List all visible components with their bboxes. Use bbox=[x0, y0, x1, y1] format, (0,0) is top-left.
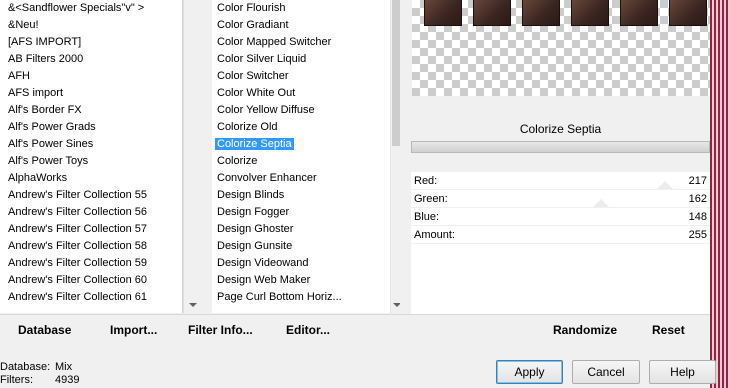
bottom-toolbar: Database Import... Filter Info... Editor… bbox=[0, 314, 710, 346]
category-item[interactable]: Andrew's Filter Collection 57 bbox=[0, 221, 182, 238]
parameter-panel[interactable]: Red: 217 Green: 162 Blue: 148 Amount: 255 bbox=[411, 172, 710, 314]
filter-item[interactable]: Color Silver Liquid bbox=[212, 51, 390, 68]
filter-item-label: Color Switcher bbox=[217, 70, 289, 82]
randomize-button[interactable]: Randomize bbox=[553, 323, 617, 337]
category-item[interactable]: Andrew's Filter Collection 58 bbox=[0, 238, 182, 255]
filters-label: Filters: bbox=[0, 374, 33, 386]
filter-item[interactable]: Design Web Maker bbox=[212, 272, 390, 289]
category-item[interactable]: AlphaWorks bbox=[0, 170, 182, 187]
filter-item-label: Colorize bbox=[217, 155, 258, 167]
scroll-down-arrow-icon[interactable] bbox=[189, 303, 197, 307]
filter-item[interactable]: Color Flourish bbox=[212, 0, 390, 17]
preview-tile bbox=[522, 0, 560, 26]
filter-item-label: Design Fogger bbox=[217, 206, 290, 218]
category-item[interactable]: AFH bbox=[0, 68, 182, 85]
filter-item-label: Color Silver Liquid bbox=[217, 53, 307, 65]
category-scrollbar[interactable] bbox=[183, 0, 200, 313]
category-list[interactable]: &<Sandflower Specials"v" > &Neu! [AFS IMPO… bbox=[0, 0, 183, 313]
preview-tile bbox=[571, 0, 609, 26]
category-item[interactable]: Alf's Power Grads bbox=[0, 119, 182, 136]
filter-list[interactable]: Color Flourish Color Gradiant Color Mapped… bbox=[212, 0, 390, 313]
filter-item[interactable]: Design Blinds bbox=[212, 187, 390, 204]
filter-info-button[interactable]: Filter Info... bbox=[188, 323, 253, 337]
apply-button[interactable]: Apply bbox=[496, 360, 563, 384]
filter-item-label: Colorize Old bbox=[217, 121, 278, 133]
preview-tile bbox=[424, 0, 462, 26]
filter-item-selected[interactable]: Colorize Septia bbox=[212, 136, 390, 153]
filter-item[interactable]: Color Mapped Switcher bbox=[212, 34, 390, 51]
category-item[interactable]: AFS import bbox=[0, 85, 182, 102]
param-row[interactable]: Amount: 255 bbox=[411, 226, 710, 244]
preview-tile bbox=[620, 0, 658, 26]
category-item[interactable]: Andrew's Filter Collection 61 bbox=[0, 289, 182, 306]
filter-item[interactable]: Color Yellow Diffuse bbox=[212, 102, 390, 119]
filter-item-label: Convolver Enhancer bbox=[217, 172, 317, 184]
filter-item-label: Color Flourish bbox=[217, 2, 286, 14]
param-label: Amount: bbox=[414, 229, 455, 241]
filter-item[interactable]: Color White Out bbox=[212, 85, 390, 102]
filter-item-label: Page Curl Bottom Horiz... bbox=[217, 291, 342, 303]
category-item[interactable]: Andrew's Filter Collection 56 bbox=[0, 204, 182, 221]
category-item[interactable]: Alf's Power Sines bbox=[0, 136, 182, 153]
green-slider-indicator-icon[interactable] bbox=[593, 199, 609, 207]
param-label: Blue: bbox=[414, 211, 440, 223]
filter-item[interactable]: Page Curl Bottom Horiz... bbox=[212, 289, 390, 306]
category-item[interactable]: AB Filters 2000 bbox=[0, 51, 182, 68]
filter-item-label: Colorize Septia bbox=[215, 138, 294, 150]
progress-bar bbox=[411, 141, 710, 153]
filter-item-label: Color Yellow Diffuse bbox=[217, 104, 315, 116]
import-button[interactable]: Import... bbox=[110, 323, 157, 337]
reset-button[interactable]: Reset bbox=[652, 323, 685, 337]
category-item[interactable]: Alf's Border FX bbox=[0, 102, 182, 119]
filter-item-label: Design Videowand bbox=[217, 257, 309, 269]
category-item[interactable]: [AFS IMPORT] bbox=[0, 34, 182, 51]
param-value: 148 bbox=[688, 211, 707, 223]
preview-area bbox=[412, 0, 710, 96]
category-item[interactable]: Andrew's Filter Collection 59 bbox=[0, 255, 182, 272]
editor-button[interactable]: Editor... bbox=[286, 323, 330, 337]
param-label: Red: bbox=[414, 175, 438, 187]
param-value: 255 bbox=[688, 229, 707, 241]
filter-item-label: Color White Out bbox=[217, 87, 296, 99]
filter-item[interactable]: Colorize Old bbox=[212, 119, 390, 136]
param-label: Green: bbox=[414, 193, 448, 205]
filter-item[interactable]: Color Gradiant bbox=[212, 17, 390, 34]
filter-item[interactable]: Design Videowand bbox=[212, 255, 390, 272]
param-value: 162 bbox=[688, 193, 707, 205]
filter-item[interactable]: Colorize bbox=[212, 153, 390, 170]
filter-item[interactable]: Design Gunsite bbox=[212, 238, 390, 255]
database-label: Database: bbox=[0, 361, 51, 373]
filter-item[interactable]: Convolver Enhancer bbox=[212, 170, 390, 187]
filter-item-label: Design Ghoster bbox=[217, 223, 294, 235]
red-slider-indicator-icon[interactable] bbox=[657, 181, 673, 189]
category-item[interactable]: Andrew's Filter Collection 60 bbox=[0, 272, 182, 289]
database-button[interactable]: Database bbox=[18, 323, 71, 337]
filter-item-label: Color Gradiant bbox=[217, 19, 289, 31]
preview-tile bbox=[669, 0, 707, 26]
filter-item-label: Design Web Maker bbox=[217, 274, 311, 286]
filter-item-label: Design Gunsite bbox=[217, 240, 293, 252]
window-edge bbox=[710, 0, 730, 388]
filter-item[interactable]: Color Switcher bbox=[212, 68, 390, 85]
panel-divider bbox=[400, 0, 411, 314]
preview-tile bbox=[473, 0, 511, 26]
filter-item[interactable]: Design Fogger bbox=[212, 204, 390, 221]
filter-item-label: Design Blinds bbox=[217, 189, 285, 201]
effect-title: Colorize Septia bbox=[411, 117, 710, 141]
filter-item-label: Color Mapped Switcher bbox=[217, 36, 332, 48]
help-button[interactable]: Help bbox=[649, 360, 716, 384]
category-item[interactable]: Alf's Power Toys bbox=[0, 153, 182, 170]
filter-item[interactable]: Design Ghoster bbox=[212, 221, 390, 238]
filters-value: 4939 bbox=[55, 374, 80, 386]
param-row[interactable]: Green: 162 bbox=[411, 190, 710, 208]
category-item[interactable]: &<Sandflower Specials"v" > bbox=[0, 0, 182, 17]
param-value: 217 bbox=[688, 175, 707, 187]
cancel-button[interactable]: Cancel bbox=[572, 360, 640, 384]
database-value: Mix bbox=[55, 361, 73, 373]
category-item[interactable]: Andrew's Filter Collection 55 bbox=[0, 187, 182, 204]
param-row[interactable]: Blue: 148 bbox=[411, 208, 710, 226]
category-item[interactable]: &Neu! bbox=[0, 17, 182, 34]
